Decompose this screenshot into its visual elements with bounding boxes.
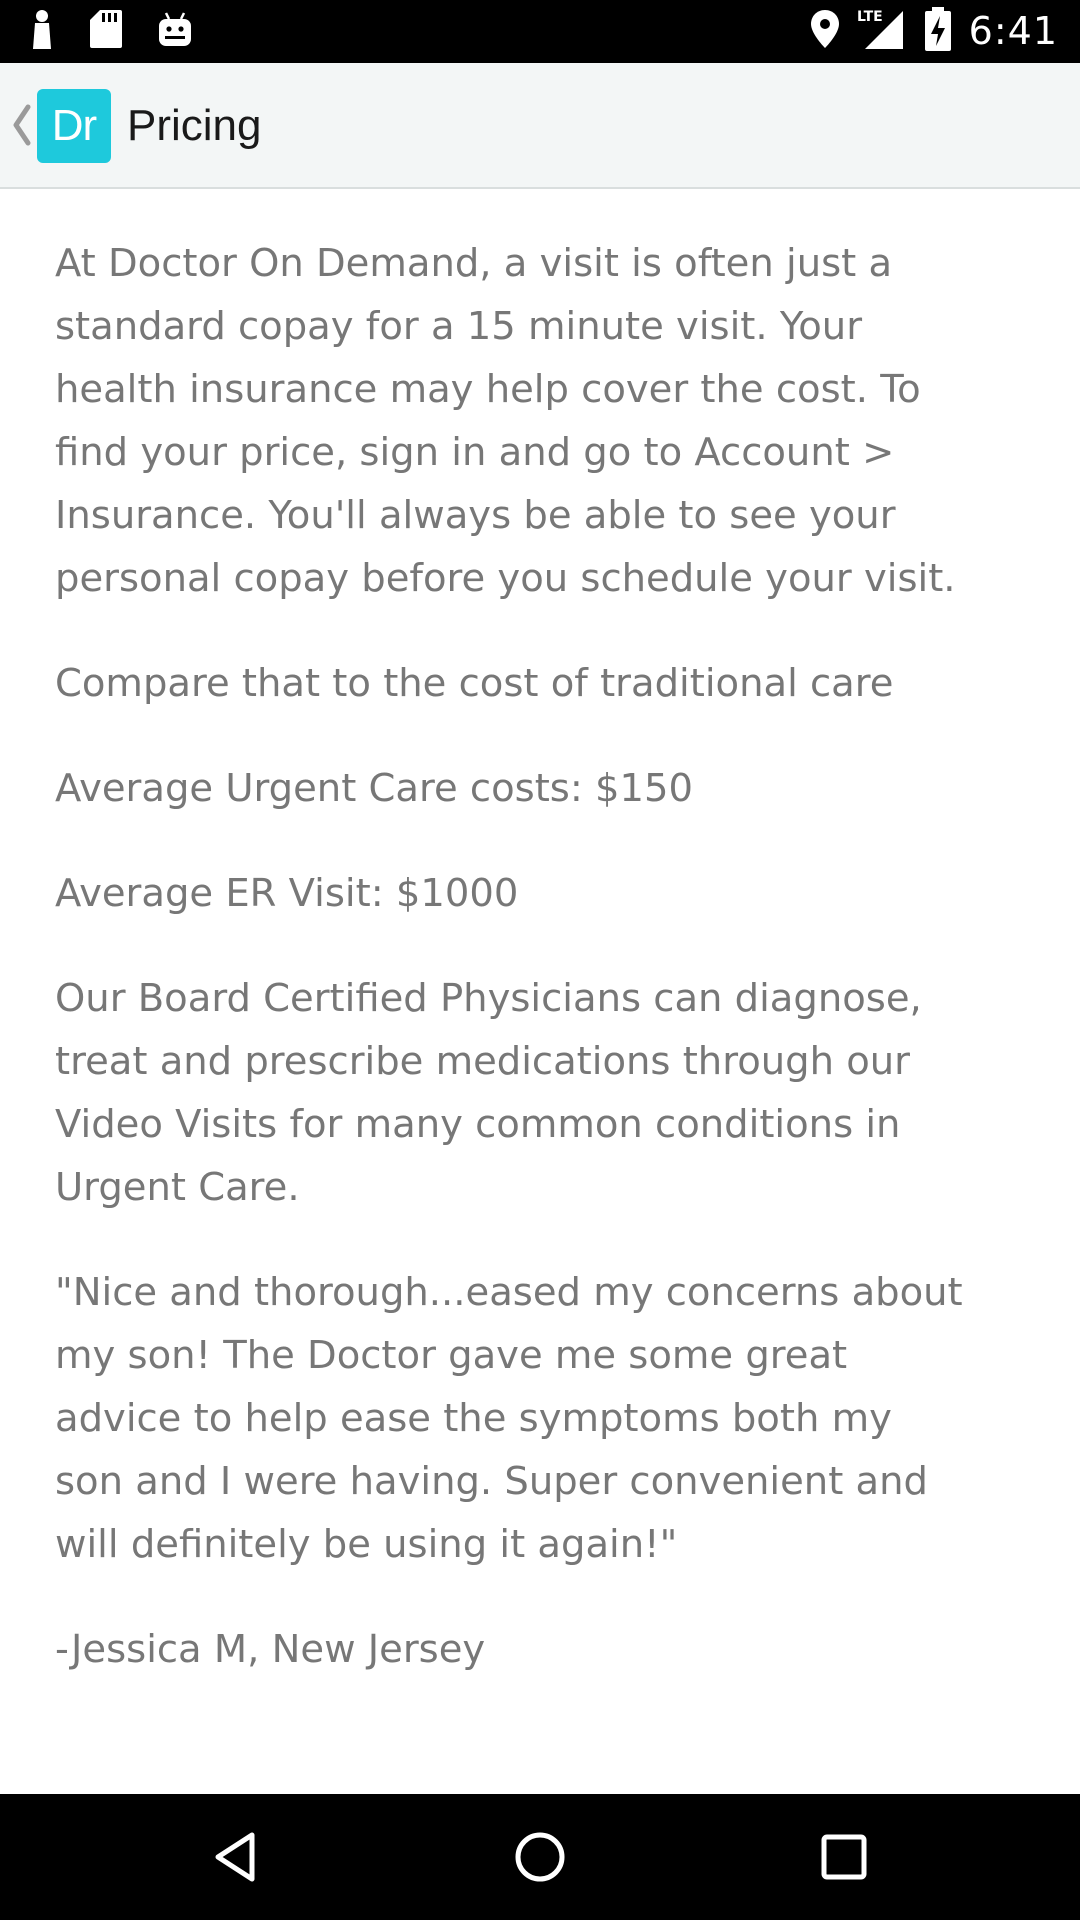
- urgent-care-cost: Average Urgent Care costs: $150: [55, 766, 694, 811]
- status-indicators: LTE 6:41: [810, 6, 1058, 56]
- er-visit-cost: Average ER Visit: $1000: [55, 871, 519, 916]
- app-logo[interactable]: Dr: [37, 89, 111, 163]
- navigation-bar: [0, 1794, 1080, 1920]
- status-time: 6:41: [968, 9, 1058, 53]
- testimonial-author: -Jessica M, New Jersey: [55, 1627, 486, 1672]
- app-bar: Dr Pricing: [0, 63, 1080, 189]
- network-type-label: LTE: [857, 9, 883, 25]
- recents-icon[interactable]: [814, 1827, 874, 1887]
- pricing-content: At Doctor On Demand, a visit is often ju…: [55, 188, 1035, 1681]
- intro-paragraph: At Doctor On Demand, a visit is often ju…: [55, 241, 956, 601]
- back-arrow-icon[interactable]: [10, 101, 34, 149]
- physicians-paragraph: Our Board Certified Physicians can diagn…: [55, 976, 922, 1210]
- signal-icon: LTE: [857, 7, 907, 55]
- status-bar: LTE 6:41: [0, 0, 1080, 63]
- location-icon: [810, 10, 839, 52]
- android-icon: [158, 11, 192, 51]
- status-notifications: [30, 10, 192, 52]
- sd-card-icon: [90, 10, 122, 52]
- page-title: Pricing: [127, 101, 262, 150]
- compare-text: Compare that to the cost of traditional …: [55, 661, 894, 706]
- home-icon[interactable]: [510, 1827, 570, 1887]
- notification-person-icon: [30, 9, 54, 53]
- testimonial-quote: "Nice and thorough...eased my concerns a…: [55, 1270, 963, 1567]
- battery-charging-icon: [924, 7, 951, 55]
- back-icon[interactable]: [206, 1827, 266, 1887]
